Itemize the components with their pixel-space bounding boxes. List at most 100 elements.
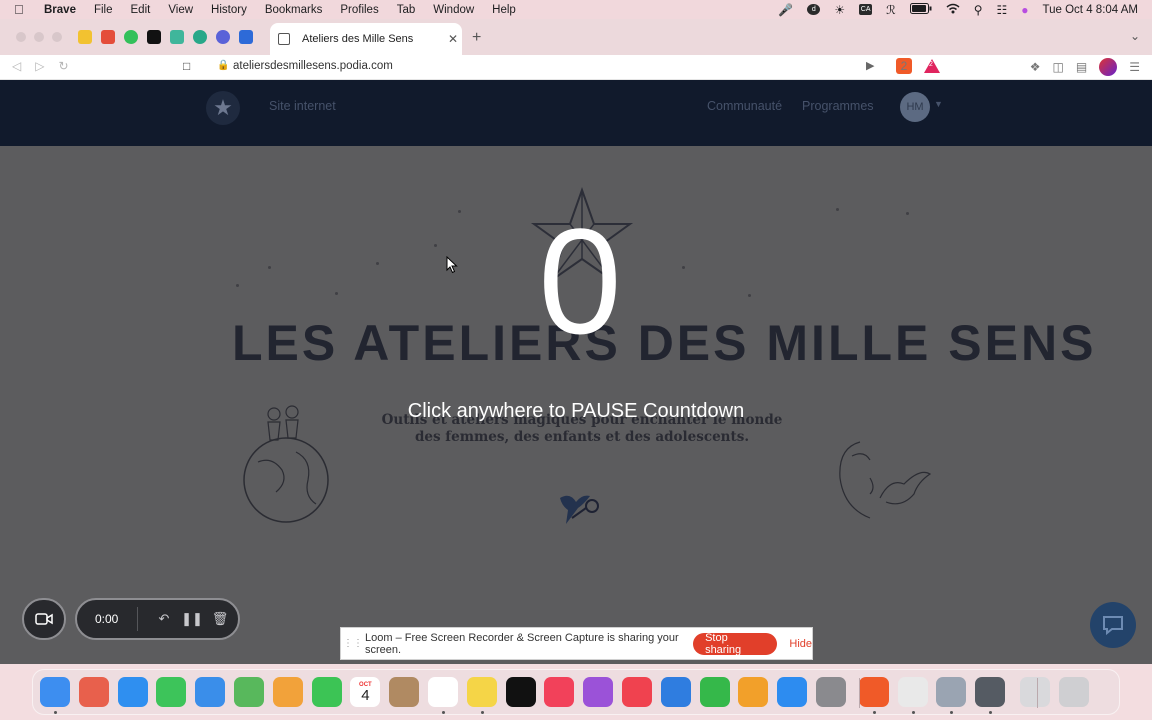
lock-icon[interactable]: 🔒 xyxy=(217,60,229,71)
finder-icon[interactable] xyxy=(40,677,70,707)
avatar-chevron-down-icon[interactable]: ▼ xyxy=(934,99,943,109)
menu-clock[interactable]: Tue Oct 4 8:04 AM xyxy=(1043,4,1138,16)
menu-bookmarks[interactable]: Bookmarks xyxy=(265,4,323,16)
chat-support-button[interactable] xyxy=(1090,602,1136,648)
user-avatar[interactable]: HM xyxy=(900,92,930,122)
reload-icon[interactable]: ↻ xyxy=(58,59,68,73)
stop-sharing-button[interactable]: Stop sharing xyxy=(693,632,778,656)
menu-file[interactable]: File xyxy=(94,4,113,16)
pinned-tab-globe-icon[interactable] xyxy=(193,30,207,44)
music-icon[interactable] xyxy=(544,677,575,707)
tab-active[interactable]: Ateliers des Mille Sens ✕ xyxy=(270,23,462,55)
pinned-tab-slack-icon[interactable] xyxy=(170,30,184,44)
bluetooth-icon[interactable]: ℛ xyxy=(886,3,896,17)
brave-shields-icon[interactable]: 2 xyxy=(896,58,912,74)
spotlight-search-icon[interactable]: ⚲ xyxy=(974,3,983,17)
preview-icon[interactable] xyxy=(936,677,967,707)
menu-tab[interactable]: Tab xyxy=(397,4,416,16)
zoom-window-button[interactable] xyxy=(52,32,62,42)
wifi-icon[interactable] xyxy=(946,3,960,17)
menu-profiles[interactable]: Profiles xyxy=(340,4,378,16)
address-field[interactable]: ateliersdesmillesens.podia.com xyxy=(233,60,393,72)
news-icon[interactable] xyxy=(622,677,652,707)
numbers-icon[interactable] xyxy=(699,677,730,707)
photos-icon[interactable] xyxy=(272,677,303,707)
chrome-icon[interactable] xyxy=(897,677,928,707)
drag-handle-icon[interactable]: ⋮⋮ xyxy=(343,638,363,649)
countdown-number[interactable]: 0 xyxy=(520,206,640,356)
battery-icon[interactable] xyxy=(909,2,932,17)
input-source-icon[interactable]: CA xyxy=(859,4,873,15)
control-center-icon[interactable]: ☷ xyxy=(997,3,1008,17)
page-content[interactable]: LES ATELIERS DES MILLE SENS Outils et at… xyxy=(0,146,1152,664)
facetime-icon[interactable] xyxy=(311,677,342,707)
keynote-icon[interactable] xyxy=(660,677,691,707)
menu-window[interactable]: Window xyxy=(433,4,474,16)
brave-icon[interactable] xyxy=(858,677,889,707)
maps-icon[interactable] xyxy=(234,677,264,707)
site-internet-link[interactable]: Site internet xyxy=(269,99,336,113)
new-tab-plus-icon[interactable]: + xyxy=(472,29,481,47)
forward-icon[interactable]: ▷ xyxy=(35,59,44,73)
loom-pause-icon[interactable]: ❚❚ xyxy=(178,611,206,627)
apple-menu-icon[interactable]:  xyxy=(14,2,30,17)
site-favicon-icon xyxy=(278,33,290,45)
menu-app-name[interactable]: Brave xyxy=(44,4,76,16)
letter-d-icon[interactable]: d xyxy=(807,4,821,15)
loom-camera-toggle-button[interactable] xyxy=(22,598,66,640)
tab-search-chevron-icon[interactable]: ⌄ xyxy=(1130,29,1140,43)
menu-view[interactable]: View xyxy=(168,4,193,16)
pages-icon[interactable] xyxy=(738,677,769,707)
close-tab-icon[interactable]: ✕ xyxy=(444,32,462,46)
podcasts-icon[interactable] xyxy=(583,677,614,707)
countdown-pause-message[interactable]: Click anywhere to PAUSE Countdown xyxy=(0,400,1152,423)
sidebar-icon[interactable]: ◫ xyxy=(1053,60,1064,74)
camera-in-use-icon[interactable]: ▶ xyxy=(866,59,874,72)
hide-banner-link[interactable]: Hide xyxy=(789,638,812,650)
pinned-tab-cat-icon[interactable] xyxy=(147,30,161,44)
dock-running-indicator xyxy=(989,711,993,714)
messages-icon[interactable] xyxy=(156,677,187,707)
system-preferences-icon[interactable] xyxy=(816,677,846,707)
minimize-window-button[interactable] xyxy=(34,32,44,42)
downloads-icon[interactable] xyxy=(1020,677,1050,707)
menu-edit[interactable]: Edit xyxy=(131,4,151,16)
wallet-icon[interactable]: ▤ xyxy=(1076,60,1087,74)
siri-icon[interactable]: ● xyxy=(1021,3,1028,17)
back-icon[interactable]: ◁ xyxy=(12,59,21,73)
loom-restart-icon[interactable]: ↶ xyxy=(150,611,178,627)
loom-delete-trash-icon[interactable]: 🗑 xyxy=(206,611,234,627)
microphone-icon[interactable]: 🎤 xyxy=(778,3,793,17)
pinned-tab-multicolor-icon[interactable] xyxy=(101,30,115,44)
brave-rewards-icon[interactable]: 2 xyxy=(924,59,940,73)
safari-icon[interactable] xyxy=(117,677,148,707)
app-store-icon[interactable] xyxy=(777,677,808,707)
nav-programmes-link[interactable]: Programmes xyxy=(802,99,874,113)
apple-tv-icon[interactable] xyxy=(505,677,536,707)
profile-avatar-icon[interactable] xyxy=(1099,58,1118,76)
mail-icon[interactable] xyxy=(195,677,226,707)
notes-icon[interactable] xyxy=(466,677,497,707)
calendar-icon[interactable]: OCT 4 xyxy=(350,677,381,707)
contacts-icon[interactable] xyxy=(389,677,420,707)
dock-running-indicator xyxy=(911,711,915,714)
menu-hamburger-icon[interactable]: ☰ xyxy=(1129,60,1140,74)
pinned-tab-blue-circle-icon[interactable] xyxy=(216,30,230,44)
nav-communaute-link[interactable]: Communauté xyxy=(707,99,782,113)
close-window-button[interactable] xyxy=(16,32,26,42)
dock-separator xyxy=(859,678,860,708)
launchpad-icon[interactable] xyxy=(78,677,109,707)
pinned-tab-notes-icon[interactable] xyxy=(78,30,92,44)
automator-icon[interactable] xyxy=(975,677,1006,707)
pinned-tab-whatsapp-icon[interactable] xyxy=(124,30,138,44)
site-logo-star-icon[interactable]: ★ xyxy=(206,91,240,125)
pinned-tab-doc-icon[interactable] xyxy=(239,30,253,44)
reminders-icon[interactable] xyxy=(428,677,458,707)
sun-icon[interactable]: ☀ xyxy=(834,3,845,17)
trash-icon[interactable] xyxy=(1058,677,1089,707)
menu-help[interactable]: Help xyxy=(492,4,516,16)
extensions-puzzle-icon[interactable]: ❖ xyxy=(1030,60,1041,74)
bookmark-icon[interactable]: □ xyxy=(183,59,190,73)
tab-bar: Ateliers des Mille Sens ✕ + ⌄ xyxy=(0,19,1152,55)
menu-history[interactable]: History xyxy=(211,4,247,16)
